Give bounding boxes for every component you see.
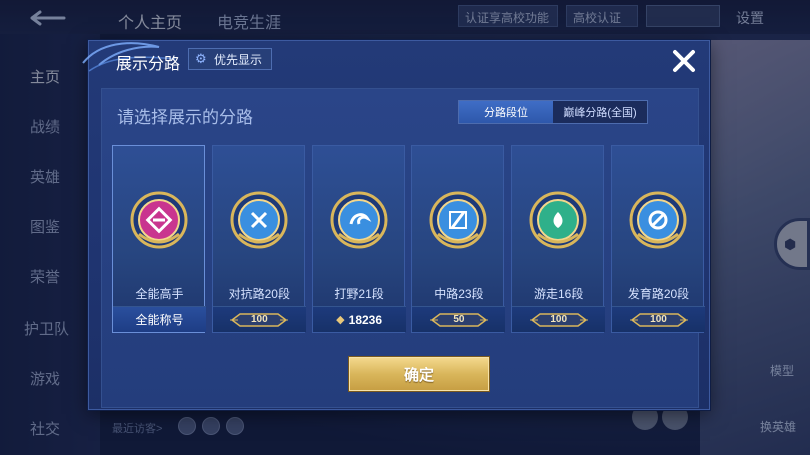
route-card-footer: 100 [512,306,606,332]
farm-lane-emblem-icon [628,190,688,250]
route-card-footer: 50 [412,306,506,332]
route-card[interactable]: 打野21段 ◆ 18236 [311,145,406,333]
title-label: 全能称号 [135,313,184,327]
route-card[interactable]: 全能高手 全能称号 [112,145,206,333]
clash-lane-emblem-icon [229,190,289,250]
mid-lane-emblem-icon [428,190,488,250]
route-card[interactable]: 游走16段 100 [511,145,606,333]
route-card-footer: ◆ 18236 [312,306,406,332]
star-count-value: 100 [550,314,568,325]
roam-emblem-icon [528,190,588,250]
gear-icon: ⚙ [195,51,207,66]
route-card-footer: 100 [212,306,306,332]
route-card-footer: 100 [612,306,705,332]
segment-peak-route-national[interactable]: 巅峰分路(全国) [553,101,647,123]
star-count-value: 100 [250,314,268,325]
select-prompt: 请选择展示的分路 [117,108,253,127]
priority-display-label: 优先显示 [214,52,263,67]
route-card[interactable]: 中路23段 50 [411,145,506,333]
dialog-body: 请选择展示的分路 分路段位 巅峰分路(全国) 全能高手 全能称号 对抗路20段 100… [101,88,705,408]
route-card-name: 打野21段 [334,287,384,301]
route-card-name: 对抗路20段 [228,287,290,301]
route-card[interactable]: 发育路20段 100 [611,145,705,333]
close-icon[interactable] [667,44,701,78]
route-card-name: 全能高手 [135,287,184,301]
segment-route-rank[interactable]: 分路段位 [459,101,553,123]
route-card-name: 中路23段 [434,287,484,301]
route-card-name: 游走16段 [534,287,584,301]
all-round-emblem-icon [129,190,189,250]
star-count-value: 100 [650,314,667,325]
route-card-name: 发育路20段 [627,287,690,301]
route-card-footer: 全能称号 [113,306,206,332]
peak-score: ◆ 18236 [336,313,382,327]
route-cards: 全能高手 全能称号 对抗路20段 100 打野21段 ◆ 18236 中路23段 50 游走16段… [112,145,705,333]
star-count-badge: 100 [529,311,588,329]
dialog-title: 展示分路 [116,56,181,73]
star-count-badge: 50 [429,311,488,329]
jungle-emblem-icon [329,190,389,250]
peak-score-icon: ◆ [336,314,345,326]
confirm-button[interactable]: 确定 [349,357,489,391]
route-card[interactable]: 对抗路20段 100 [211,145,306,333]
peak-score-value: 18236 [348,312,383,327]
route-display-dialog: 展示分路 ⚙ 优先显示 请选择展示的分路 分路段位 巅峰分路(全国) 全能高手全… [82,40,710,410]
route-type-segmented-control: 分路段位 巅峰分路(全国) [458,100,648,124]
star-count-badge: 100 [629,311,688,329]
star-count-badge: 100 [230,311,289,329]
priority-display-button[interactable]: ⚙ 优先显示 [188,48,272,70]
star-count-value: 50 [453,314,465,325]
